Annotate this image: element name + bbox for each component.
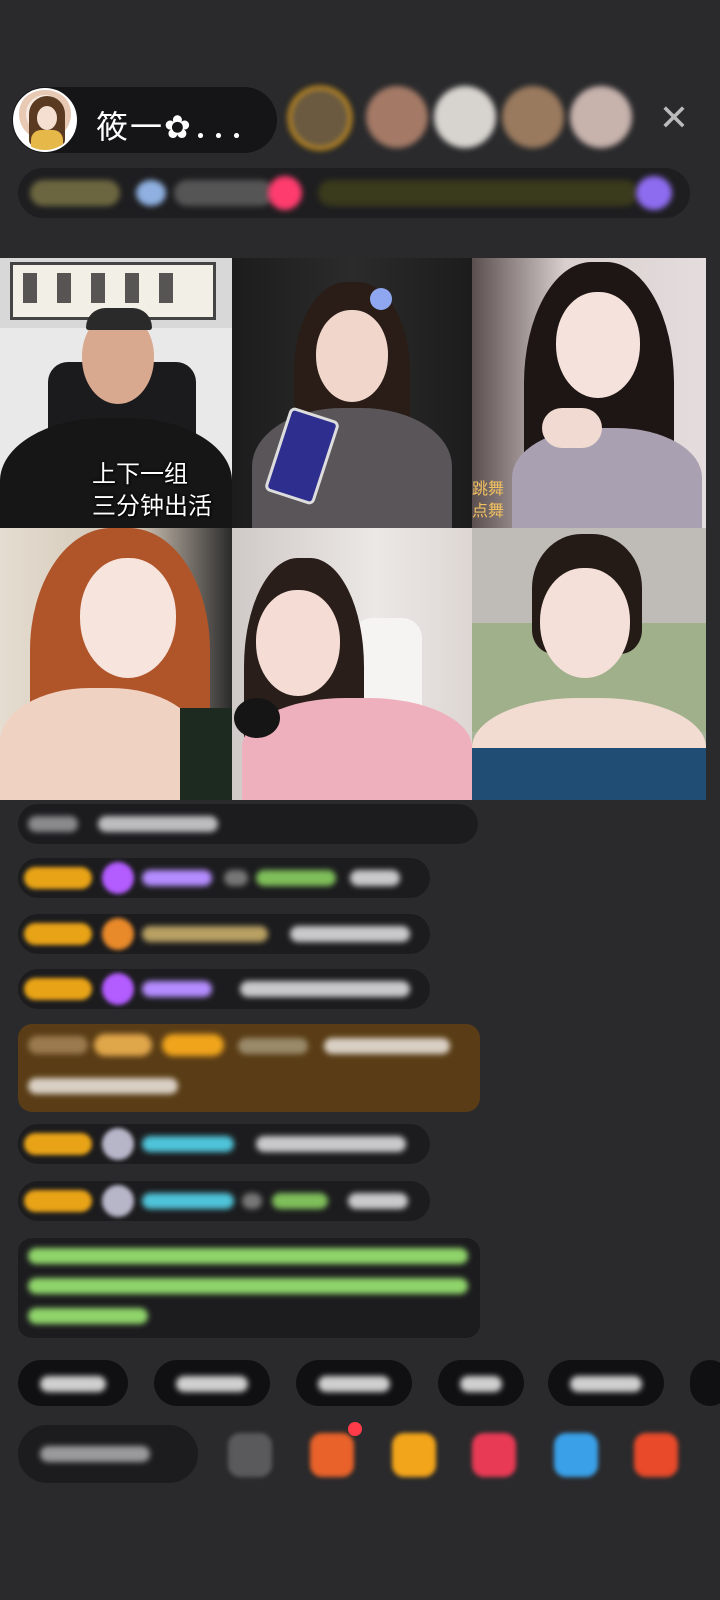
viewer-avatar[interactable] — [502, 86, 564, 148]
video-tile[interactable] — [0, 528, 232, 800]
quick-reply-button[interactable] — [18, 1360, 128, 1406]
viewer-avatar[interactable] — [434, 86, 496, 148]
video-tile[interactable]: 跳舞 点舞 — [472, 258, 706, 528]
quick-reply-button[interactable] — [548, 1360, 664, 1406]
close-icon[interactable]: ✕ — [650, 95, 698, 143]
emoji-icon[interactable] — [228, 1433, 272, 1477]
more-icon[interactable] — [634, 1433, 678, 1477]
share-icon[interactable] — [554, 1433, 598, 1477]
room-info-bar[interactable] — [18, 168, 690, 218]
chat-message[interactable] — [18, 969, 430, 1009]
chat-message[interactable] — [18, 1181, 430, 1221]
host-avatar[interactable] — [13, 88, 77, 152]
video-tile[interactable] — [232, 258, 472, 528]
viewer-avatar[interactable] — [366, 86, 428, 148]
chat-message[interactable] — [18, 914, 430, 954]
quick-reply-button[interactable] — [154, 1360, 270, 1406]
quick-reply-button[interactable] — [438, 1360, 524, 1406]
microphone — [234, 698, 280, 738]
chat-notice — [18, 1238, 480, 1338]
host-profile-pill[interactable]: 筱一✿．．． — [12, 87, 277, 153]
gift-box-icon[interactable] — [310, 1433, 354, 1477]
chat-message[interactable] — [18, 858, 430, 898]
video-grid: 上下一组 三分钟出活 跳舞 点舞 — [0, 258, 706, 800]
comment-input[interactable] — [18, 1425, 198, 1483]
video-tile[interactable]: 上下一组 三分钟出活 — [0, 258, 232, 528]
video-tile[interactable] — [232, 528, 472, 800]
quick-reply-button[interactable] — [296, 1360, 412, 1406]
notification-dot — [348, 1422, 362, 1436]
host-name: 筱一✿．．． — [96, 108, 263, 146]
chat-system-message — [18, 804, 478, 844]
video-caption: 上下一组 三分钟出活 — [92, 460, 212, 520]
video-tile[interactable] — [472, 528, 706, 800]
gift-icon[interactable] — [392, 1433, 436, 1477]
side-text: 跳舞 点舞 — [472, 479, 505, 520]
viewer-avatar[interactable] — [288, 86, 352, 150]
viewer-avatar[interactable] — [570, 86, 632, 148]
chat-message[interactable] — [18, 1124, 430, 1164]
heart-icon[interactable] — [472, 1433, 516, 1477]
chat-highlight-message[interactable] — [18, 1024, 480, 1112]
quick-reply-button[interactable] — [690, 1360, 720, 1406]
